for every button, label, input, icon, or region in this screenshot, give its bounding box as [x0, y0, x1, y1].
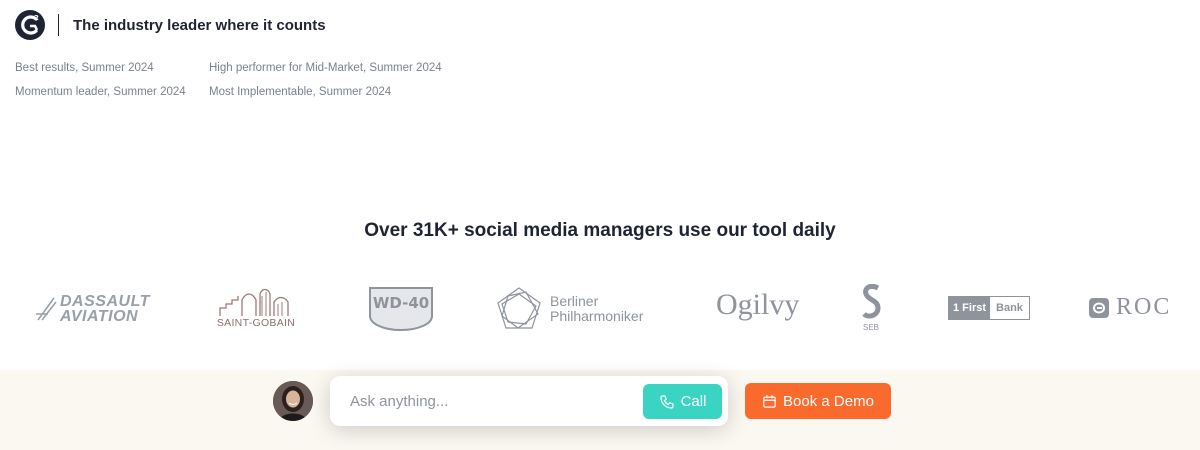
g2-header: 2 The industry leader where it counts — [14, 9, 326, 41]
roc-emblem-icon — [1089, 297, 1109, 318]
berliner-text-line2: Philharmoniker — [550, 308, 644, 324]
book-demo-button[interactable]: Book a Demo — [745, 383, 891, 419]
ask-anything-input[interactable] — [350, 376, 630, 426]
call-button[interactable]: Call — [643, 384, 722, 419]
client-logos-strip: DASSAULT AVIATION SAINT-GOBAIN WD-40 Ber… — [0, 280, 1200, 340]
dassault-text-line2: AVIATION — [60, 308, 139, 325]
dassault-aviation-logo: DASSAULT AVIATION — [34, 293, 150, 325]
berliner-pentagon-icon — [497, 287, 541, 329]
agent-avatar[interactable] — [273, 381, 313, 421]
phone-icon — [659, 394, 674, 409]
berliner-text-line1: Berliner — [550, 293, 599, 309]
first-bank-dark-text: 1 First — [949, 297, 991, 319]
call-button-label: Call — [680, 393, 707, 410]
g2-title: The industry leader where it counts — [73, 16, 326, 34]
award-item: Best results, Summer 2024 — [15, 62, 154, 74]
wd40-text: WD-40 — [373, 294, 429, 312]
social-proof-heading: Over 31K+ social media managers use our … — [364, 220, 836, 241]
seb-mark-icon — [862, 284, 881, 319]
first-bank-logo: 1 First Bank — [948, 296, 1030, 320]
saint-gobain-building-icon — [219, 288, 289, 316]
calendar-icon — [763, 394, 776, 408]
first-bank-box: 1 First Bank — [948, 296, 1030, 320]
berliner-philharmoniker-logo: Berliner Philharmoniker — [496, 286, 643, 332]
roc-logo: ROC — [1088, 294, 1171, 321]
g2-divider — [58, 14, 59, 36]
seb-logo: SEB — [860, 284, 882, 332]
award-item: Momentum leader, Summer 2024 — [15, 86, 186, 98]
dassault-mark-icon — [36, 297, 57, 321]
wd40-shield-icon: WD-40 — [369, 287, 433, 332]
g2-logo-icon: 2 — [15, 10, 45, 40]
ask-anything-box: Call — [330, 376, 728, 426]
svg-text:2: 2 — [34, 14, 39, 22]
saint-gobain-logo: SAINT-GOBAIN — [216, 286, 296, 329]
agent-avatar-image — [273, 381, 313, 421]
saint-gobain-text: SAINT-GOBAIN — [216, 317, 296, 329]
g2-awards-list: Best results, Summer 2024 High performer… — [15, 62, 442, 99]
dassault-text-line1: DASSAULT — [60, 293, 150, 310]
award-item: Most Implementable, Summer 2024 — [209, 86, 392, 98]
book-demo-label: Book a Demo — [783, 392, 874, 410]
first-bank-light-text: Bank — [996, 302, 1023, 314]
seb-text: SEB — [862, 323, 879, 332]
page: 2 The industry leader where it counts Be… — [0, 0, 1200, 450]
roc-text: ROC — [1116, 294, 1172, 320]
ogilvy-logo: Ogilvy — [716, 288, 800, 321]
wd40-logo: WD-40 — [368, 286, 434, 332]
award-item: High performer for Mid-Market, Summer 20… — [209, 62, 442, 74]
